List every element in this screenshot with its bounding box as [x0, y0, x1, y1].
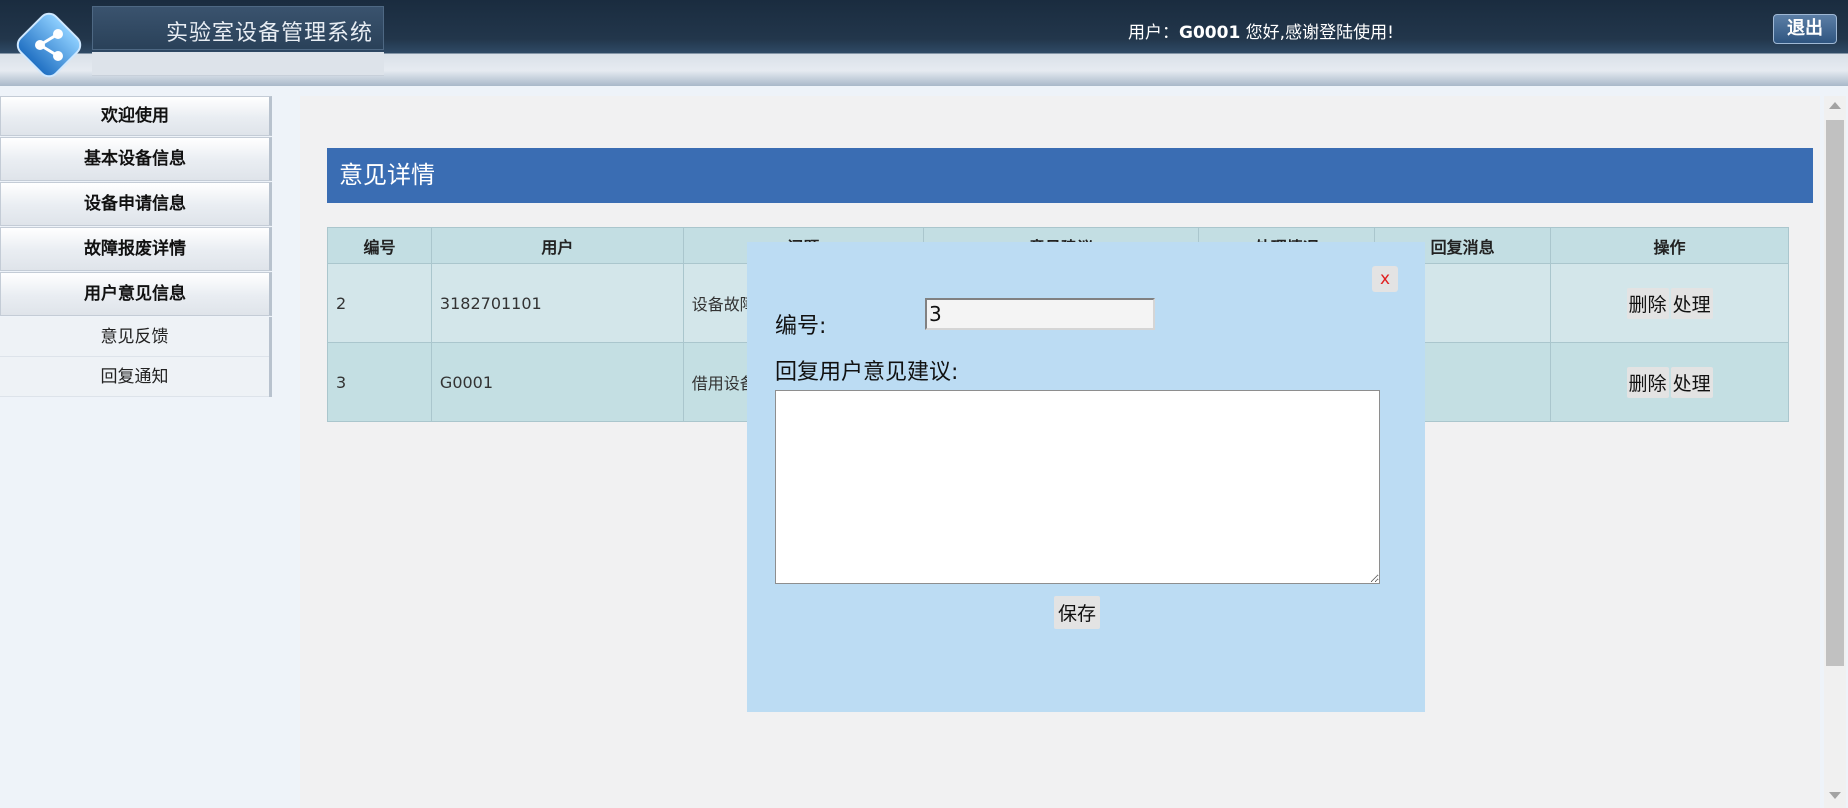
- panel-title: 意见详情: [327, 148, 1813, 203]
- reply-dialog: x 编号: 回复用户意见建议: 保存: [747, 242, 1425, 712]
- cell-id: 3: [327, 342, 432, 422]
- sidebar-item-welcome[interactable]: 欢迎使用: [0, 96, 272, 136]
- cell-actions: 删除 处理: [1550, 263, 1789, 343]
- col-header-actions: 操作: [1550, 227, 1789, 264]
- col-header-user: 用户: [430, 227, 684, 264]
- app-logo-icon: [16, 12, 82, 78]
- cell-id: 2: [327, 263, 432, 343]
- close-button[interactable]: x: [1372, 266, 1398, 292]
- sidebar-item-equipment-requests[interactable]: 设备申请信息: [0, 182, 272, 226]
- sidebar-subitem-feedback[interactable]: 意见反馈: [0, 317, 269, 357]
- col-header-id: 编号: [327, 227, 432, 264]
- save-button[interactable]: 保存: [1054, 596, 1101, 629]
- cell-actions: 删除 处理: [1550, 342, 1789, 422]
- scroll-up-icon[interactable]: [1829, 102, 1841, 109]
- delete-button[interactable]: 删除: [1626, 287, 1669, 319]
- scrollbar-thumb[interactable]: [1826, 120, 1844, 666]
- cell-user: 3182701101: [430, 263, 684, 343]
- greeting-text: 您好,感谢登陆使用!: [1240, 23, 1394, 43]
- sidebar-item-basic-equipment[interactable]: 基本设备信息: [0, 137, 272, 181]
- title-underline: [92, 52, 384, 76]
- sidebar: 欢迎使用 基本设备信息 设备申请信息 故障报废详情 用户意见信息 意见反馈 回复…: [0, 86, 300, 808]
- cell-user: G0001: [430, 342, 684, 422]
- logout-button[interactable]: 退出: [1773, 14, 1837, 44]
- sidebar-item-fault-scrap[interactable]: 故障报废详情: [0, 227, 272, 271]
- reply-label: 回复用户意见建议:: [775, 360, 959, 385]
- process-button[interactable]: 处理: [1670, 366, 1713, 398]
- id-field[interactable]: [925, 298, 1155, 330]
- sidebar-submenu: 意见反馈 回复通知: [0, 317, 272, 397]
- reply-textarea[interactable]: [775, 390, 1380, 584]
- sidebar-subitem-reply-notice[interactable]: 回复通知: [0, 357, 269, 397]
- user-greeting: 用户：G0001 您好,感谢登陆使用!: [1128, 18, 1394, 43]
- system-title-box: 实验室设备管理系统: [92, 6, 384, 50]
- user-id: G0001: [1179, 23, 1241, 43]
- scroll-down-icon[interactable]: [1829, 792, 1841, 799]
- vertical-scrollbar[interactable]: [1824, 96, 1846, 808]
- delete-button[interactable]: 删除: [1626, 366, 1669, 398]
- user-prefix: 用户：: [1128, 23, 1179, 43]
- process-button[interactable]: 处理: [1670, 287, 1713, 319]
- top-header: 实验室设备管理系统 用户：G0001 您好,感谢登陆使用! 退出: [0, 0, 1848, 86]
- sidebar-menu: 欢迎使用 基本设备信息 设备申请信息 故障报废详情 用户意见信息 意见反馈 回复…: [0, 96, 272, 397]
- sidebar-item-user-feedback[interactable]: 用户意见信息: [0, 272, 272, 316]
- system-title: 实验室设备管理系统: [165, 21, 373, 46]
- id-label: 编号:: [775, 314, 827, 339]
